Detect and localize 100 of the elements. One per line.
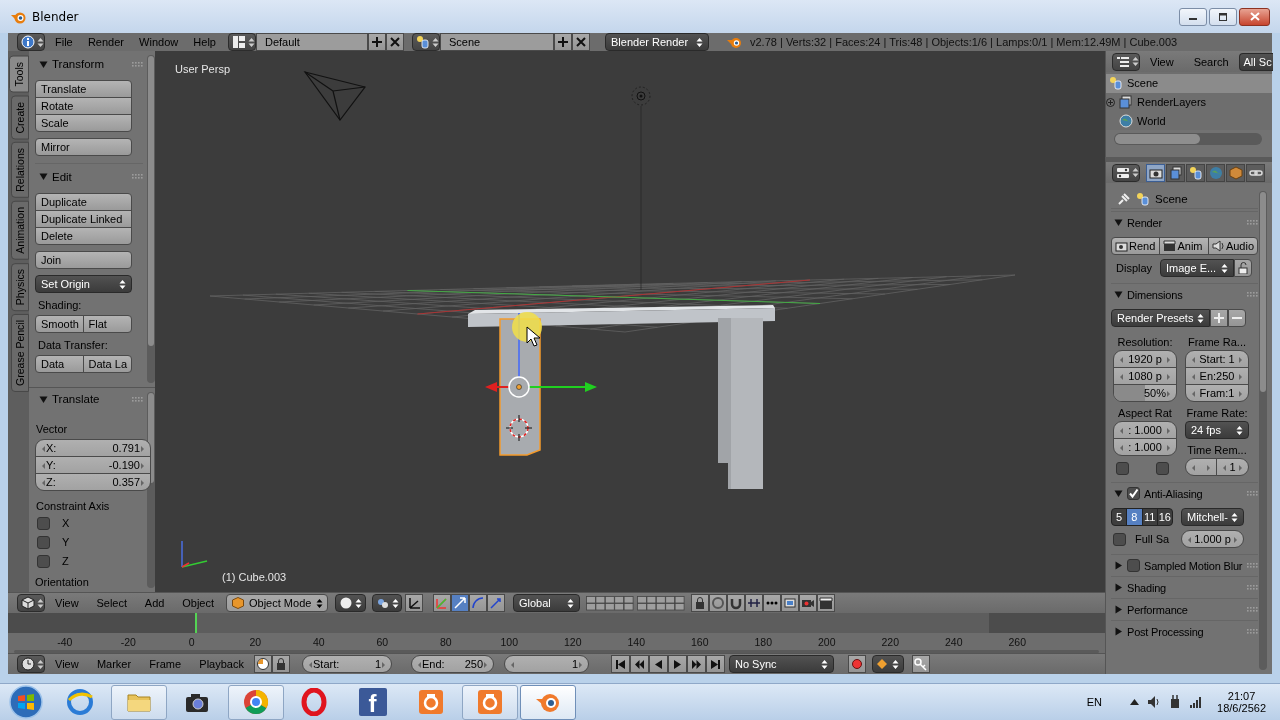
menu-item[interactable]: Window [133,33,185,51]
language-indicator[interactable]: EN [1086,696,1103,708]
tool-button[interactable]: Flat [82,315,132,333]
checkbox[interactable] [1113,532,1126,546]
number-field[interactable]: 1 [1216,458,1249,476]
context-tab[interactable] [1186,163,1205,182]
number-field[interactable]: Z: 0.357 [35,473,151,491]
editor-type-button[interactable] [17,594,45,612]
tool-button[interactable]: Data [35,355,84,373]
playback-button[interactable] [630,655,649,673]
editor-type-button[interactable] [17,33,45,51]
toolbar-button[interactable] [817,594,835,612]
speaker-icon[interactable] [1147,695,1162,709]
playback-button[interactable] [687,655,706,673]
playback-button[interactable] [611,655,630,673]
tool-button[interactable]: Duplicate [35,193,132,211]
frame-rate-dropdown[interactable]: 24 fps [1185,421,1249,439]
toolbar-button[interactable] [405,594,423,612]
number-field[interactable]: 1080 p [1113,367,1177,385]
toolbar-button[interactable] [799,594,817,612]
menu-item[interactable]: Help [187,33,222,51]
toolbar-button[interactable] [691,594,709,612]
number-field[interactable] [1185,458,1217,476]
checkbox[interactable] [37,516,50,530]
tool-button[interactable]: Rotate [35,97,132,115]
start-frame-field[interactable]: Start: 1 [302,655,392,673]
toolbar-button[interactable] [745,594,763,612]
menu-item[interactable]: Select [90,594,134,612]
menu-item[interactable]: View [1140,52,1184,71]
menu-item[interactable]: Search [1183,52,1239,71]
maximize-button[interactable] [1209,7,1237,26]
menu-item[interactable]: Marker [90,655,138,673]
tool-button[interactable]: Translate [35,80,132,98]
number-field[interactable]: Fram:1 [1185,384,1249,402]
disclosure-triangle-icon[interactable] [39,172,48,181]
number-field[interactable]: : 1.000 [1113,421,1177,439]
signal-bars-icon[interactable] [1189,695,1204,709]
checkbox[interactable] [1127,487,1140,500]
sample-button[interactable]: 8 [1126,508,1143,526]
remove-button[interactable] [1228,309,1246,327]
filter-dropdown[interactable]: Mitchell- [1181,508,1244,526]
display-mode-dropdown[interactable]: All Sc [1238,52,1273,71]
menu-item[interactable]: Render [81,33,130,51]
presets-dropdown[interactable]: Render Presets [1111,309,1210,327]
menu-item[interactable]: Playback [193,655,250,673]
add-button[interactable] [1210,309,1228,327]
keying-dropdown[interactable] [872,655,904,673]
add-button[interactable] [554,33,572,51]
number-field[interactable]: Y: -0.190 [35,456,151,474]
toolbar-button[interactable] [763,594,781,612]
tool-button[interactable]: Data La [82,355,132,373]
toolbar-button[interactable] [254,655,272,673]
context-tab[interactable] [1146,163,1165,182]
number-field[interactable]: En:250 [1185,367,1249,385]
tool-button[interactable]: Delete [35,227,132,245]
context-tab[interactable] [1246,163,1265,182]
toolbar-button[interactable] [848,655,866,673]
side-tab[interactable]: Create [11,95,29,140]
side-tab[interactable]: Tools [9,56,29,93]
expand-icon[interactable] [1106,97,1115,107]
toolbar-button[interactable] [272,655,290,673]
sync-dropdown[interactable]: No Sync [729,655,834,673]
shading-dropdown[interactable] [335,594,366,612]
editor-type-button[interactable] [1112,163,1140,182]
editor-type-button[interactable] [17,655,45,673]
checkbox[interactable] [1127,559,1140,572]
tree-item[interactable]: Scene [1106,74,1272,93]
tool-button[interactable]: Smooth [35,315,84,333]
plug-icon[interactable] [1169,695,1182,709]
menu-item[interactable]: Frame [143,655,188,673]
disclosure-triangle-icon[interactable] [39,394,48,404]
menu-item[interactable]: View [49,594,85,612]
end-frame-field[interactable]: End: 250 [411,655,494,673]
sample-button[interactable]: 5 [1111,508,1128,526]
render-button[interactable]: Audio [1207,237,1258,255]
render-engine-dropdown[interactable]: Blender Render [605,33,709,51]
dropdown-menu[interactable]: Set Origin [35,275,132,293]
checkbox[interactable] [37,535,50,549]
menu-item[interactable]: View [49,655,85,673]
tool-button[interactable]: Mirror [35,138,132,156]
disclosure-triangle-icon[interactable] [1114,290,1123,299]
disclosure-triangle-icon[interactable] [1114,218,1123,227]
add-button[interactable] [368,33,386,51]
disclosure-triangle-icon[interactable] [1114,561,1123,570]
taskbar-button[interactable]: f [344,684,401,720]
number-field[interactable]: : 1.000 [1113,438,1177,456]
menu-item[interactable]: Add [138,594,171,612]
text-field[interactable]: Scene [440,33,554,51]
scene-button[interactable] [412,33,440,51]
screen-layout-button[interactable] [228,33,256,51]
tool-button[interactable]: Duplicate Linked [35,210,132,228]
remove-button[interactable] [386,33,404,51]
render-button[interactable]: Rend [1111,237,1161,255]
toolbar-button[interactable] [727,594,745,612]
toolbar-button[interactable] [451,594,469,612]
tree-item[interactable]: World [1106,111,1272,130]
toolbar-button[interactable] [912,655,930,673]
lock-button[interactable] [1234,259,1252,277]
disclosure-triangle-icon[interactable] [1114,583,1123,592]
side-tab[interactable]: Relations [11,142,29,198]
